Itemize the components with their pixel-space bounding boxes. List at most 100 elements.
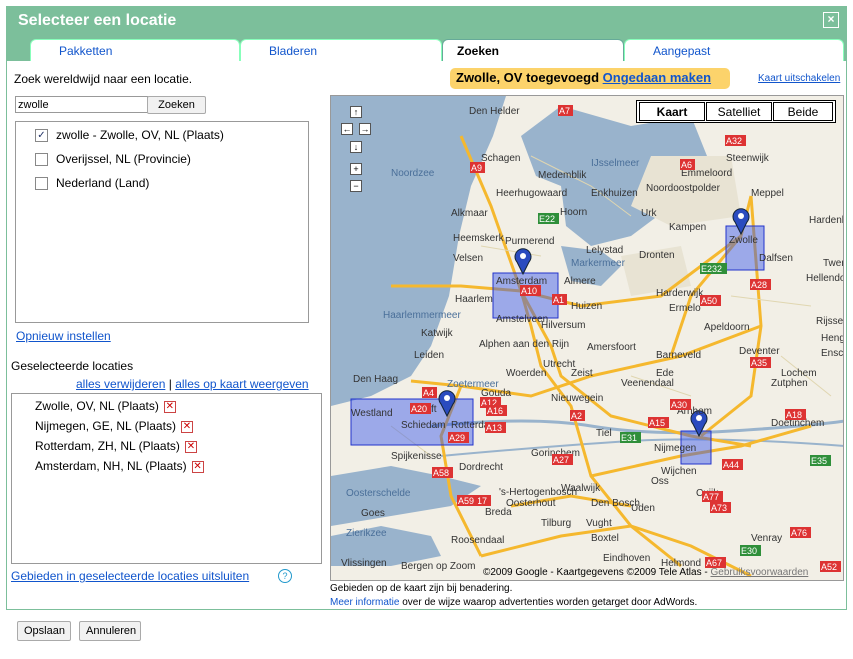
- pan-down-icon[interactable]: ↓: [350, 141, 362, 153]
- map-city-label: Oss: [651, 476, 669, 487]
- pan-up-icon[interactable]: ↑: [350, 106, 362, 118]
- map-city-label: Meppel: [751, 188, 784, 199]
- map[interactable]: Zwolle Amsterdam Rotterdam Nijmegen Utrecht D…: [330, 95, 844, 581]
- map-city-label: Nieuwegein: [551, 393, 603, 404]
- dialog-title: Selecteer een locatie: [18, 12, 177, 29]
- map-copyright-text: ©2009 Google - Kaartgegevens ©2009 Tele …: [483, 567, 702, 578]
- road-label: A9: [471, 163, 482, 173]
- selected-list: Zwolle, OV, NL (Plaats) ✕ Nijmegen, GE, N…: [11, 393, 322, 564]
- map-city-label: Schiedam: [401, 420, 445, 431]
- map-city-label: Boxtel: [591, 533, 619, 544]
- map-city-label: Veenendaal: [621, 378, 674, 389]
- map-city-label: Waalwijk: [561, 483, 601, 494]
- selected-heading: Geselecteerde locaties: [11, 359, 134, 373]
- map-pin-icon[interactable]: [514, 248, 532, 276]
- road-label: A10: [521, 286, 537, 296]
- map-city-label: Huizen: [571, 301, 602, 312]
- remove-icon[interactable]: ✕: [191, 461, 204, 473]
- map-city-label: Venray: [751, 533, 782, 544]
- result-checkbox[interactable]: ✓: [35, 129, 48, 142]
- map-city-label: Alkmaar: [451, 208, 488, 219]
- map-city-label: Ermelo: [669, 303, 701, 314]
- map-city-label: Twente: [823, 258, 844, 269]
- remove-icon[interactable]: ✕: [163, 401, 176, 413]
- map-city-label: Noordoostpolder: [646, 183, 721, 194]
- tab-pakketten[interactable]: Pakketten: [30, 39, 240, 61]
- exclude-areas-link[interactable]: Gebieden in geselecteerde locaties uitsl…: [11, 569, 249, 583]
- road-label: E30: [741, 546, 757, 556]
- map-city-label: Kampen: [669, 222, 706, 233]
- added-notice: Zwolle, OV toegevoegd Ongedaan maken: [450, 68, 730, 89]
- map-city-label: Enschede: [821, 348, 844, 359]
- help-icon[interactable]: ?: [278, 569, 292, 583]
- dialog-titlebar: Selecteer een locatie ×: [6, 6, 847, 37]
- map-copyright: ©2009 Google - Kaartgegevens ©2009 Tele …: [483, 567, 809, 578]
- map-city-label: Roosendaal: [451, 535, 504, 546]
- road-label: A35: [751, 358, 767, 368]
- map-city-label: Eindhoven: [603, 553, 650, 564]
- map-city-label: Amstelveen: [496, 314, 548, 325]
- search-input[interactable]: [15, 96, 148, 113]
- road-label: A76: [791, 528, 807, 538]
- notice-text: Zwolle, OV toegevoegd: [456, 70, 600, 85]
- map-city-label: Den Haag: [353, 374, 398, 385]
- save-button[interactable]: Opslaan: [17, 621, 71, 641]
- map-city-label: Oosterschelde: [346, 488, 411, 499]
- map-city-label: Westland: [351, 408, 393, 419]
- road-label: A2: [571, 411, 582, 421]
- tab-bladeren[interactable]: Bladeren: [240, 39, 442, 61]
- undo-link[interactable]: Ongedaan maken: [603, 70, 711, 85]
- remove-icon[interactable]: ✕: [184, 441, 197, 453]
- map-city-label: Urk: [641, 208, 658, 219]
- result-checkbox[interactable]: [35, 177, 48, 190]
- road-label: E31: [621, 433, 637, 443]
- terms-link[interactable]: Gebruiksvoorwaarden: [710, 567, 808, 578]
- map-city-label: Barneveld: [656, 350, 701, 361]
- road-label: A18: [786, 410, 802, 420]
- map-city-label: Schagen: [481, 153, 520, 164]
- pan-left-icon[interactable]: ←: [341, 123, 353, 135]
- map-city-label: Den Helder: [469, 106, 520, 117]
- map-city-label: Steenwijk: [726, 153, 770, 164]
- map-city-label: Purmerend: [505, 236, 554, 247]
- result-label: Nederland (Land): [56, 176, 150, 190]
- show-all-link[interactable]: alles op kaart weergeven: [175, 377, 308, 391]
- road-label: E22: [539, 214, 555, 224]
- map-type-kaart[interactable]: Kaart: [639, 102, 705, 121]
- map-city-label: Vlissingen: [341, 558, 387, 569]
- road-label: A13: [486, 423, 502, 433]
- tab-bar: Pakketten Bladeren Zoeken Aangepast: [6, 37, 847, 61]
- separator: |: [168, 377, 172, 391]
- remove-icon[interactable]: ✕: [180, 421, 193, 433]
- map-type-beide[interactable]: Beide: [773, 102, 833, 121]
- zoom-in-icon[interactable]: +: [350, 163, 362, 175]
- remove-all-link[interactable]: alles verwijderen: [76, 377, 165, 391]
- map-type-satelliet[interactable]: Satelliet: [706, 102, 772, 121]
- river: [440, 438, 843, 457]
- cancel-button[interactable]: Annuleren: [79, 621, 141, 641]
- road-label: A27: [553, 455, 569, 465]
- road-label: A16: [487, 406, 503, 416]
- map-city-label: Vught: [586, 518, 612, 529]
- map-city-label: Heemskerk: [453, 233, 505, 244]
- map-city-label: Wijchen: [661, 466, 697, 477]
- result-checkbox[interactable]: [35, 153, 48, 166]
- zoom-out-icon[interactable]: −: [350, 180, 362, 192]
- map-city-label: Lelystad: [586, 245, 623, 256]
- pan-right-icon[interactable]: →: [359, 123, 371, 135]
- more-info-link[interactable]: Meer informatie: [330, 597, 399, 608]
- tab-aangepast[interactable]: Aangepast: [624, 39, 844, 61]
- reset-link[interactable]: Opnieuw instellen: [16, 329, 111, 343]
- selected-item: Rotterdam, ZH, NL (Plaats) ✕: [35, 439, 197, 453]
- map-city-label: Zutphen: [771, 378, 808, 389]
- map-city-label: Rijssen: [816, 316, 844, 327]
- close-icon[interactable]: ×: [823, 12, 839, 28]
- map-city-label: Haarlemmermeer: [383, 310, 461, 321]
- tab-zoeken[interactable]: Zoeken: [442, 39, 624, 61]
- map-city-label: Dalfsen: [759, 253, 793, 264]
- selected-item-label: Rotterdam, ZH, NL (Plaats): [35, 439, 180, 453]
- selected-item-label: Zwolle, OV, NL (Plaats): [35, 399, 159, 413]
- map-city-label: Uden: [631, 503, 655, 514]
- search-button[interactable]: Zoeken: [147, 96, 206, 114]
- map-toggle-link[interactable]: Kaart uitschakelen: [758, 73, 840, 84]
